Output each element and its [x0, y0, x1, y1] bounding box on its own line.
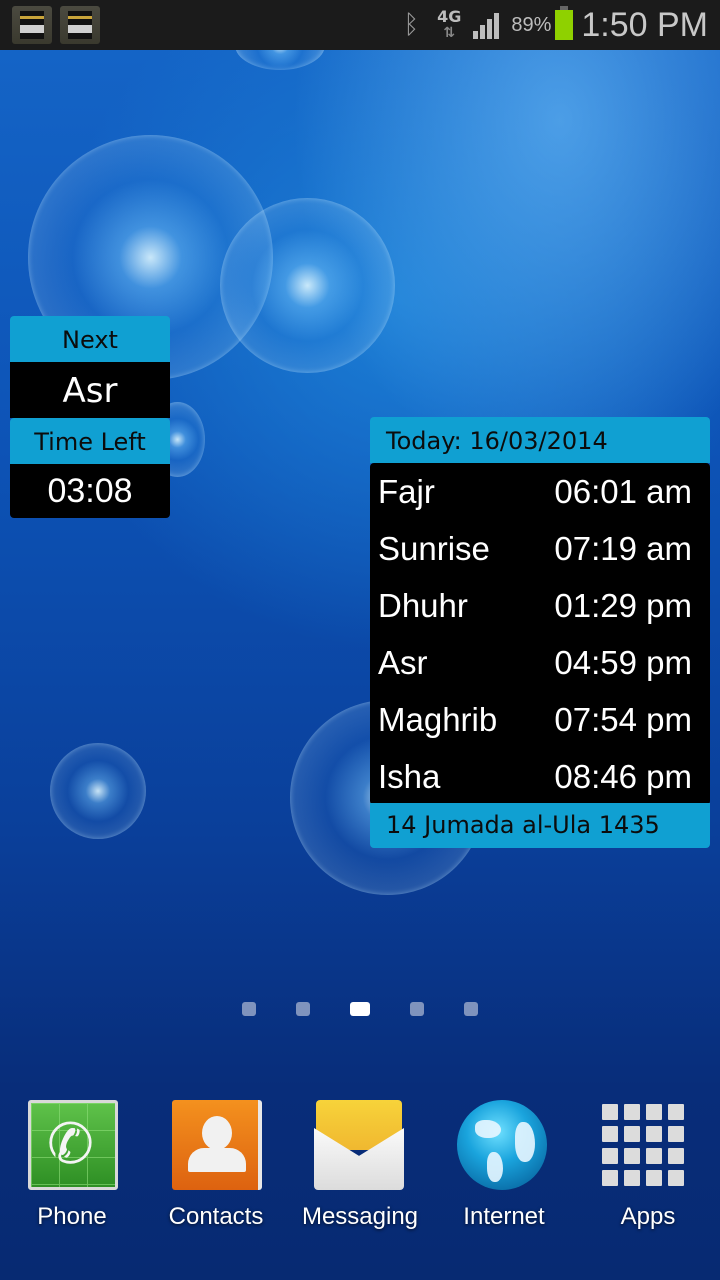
dock-label: Contacts: [168, 1203, 264, 1230]
wallpaper-bubble: [220, 198, 395, 373]
next-label: Next: [10, 316, 170, 362]
dock-label: Internet: [463, 1203, 545, 1230]
internet-globe-icon: [457, 1100, 547, 1190]
page-dot[interactable]: [410, 1002, 424, 1016]
battery-percent: 89%: [511, 13, 552, 36]
status-bar[interactable]: ᛒ 4G ⇅ 89% 1:50 PM: [0, 0, 720, 50]
signal-strength-icon: [473, 11, 507, 39]
prayer-times-table: Fajr 06:01 am Sunrise 07:19 am Dhuhr 01:…: [370, 463, 710, 805]
page-dot[interactable]: [296, 1002, 310, 1016]
data-transfer-icon: ⇅: [443, 25, 456, 41]
time-left-label: Time Left: [10, 418, 170, 464]
prayer-name: Isha: [378, 758, 441, 795]
prayer-row: Dhuhr 01:29 pm: [378, 577, 692, 634]
time-left-value: 03:08: [10, 464, 170, 518]
prayer-time: 06:01 am: [554, 473, 692, 510]
contacts-icon: [172, 1100, 262, 1190]
page-dot-active[interactable]: [350, 1002, 370, 1016]
battery-icon: [555, 6, 574, 40]
prayer-name: Sunrise: [378, 530, 490, 567]
prayer-row: Asr 04:59 pm: [378, 634, 692, 691]
prayer-time: 04:59 pm: [554, 644, 692, 681]
page-indicator: [0, 1002, 720, 1016]
page-dot[interactable]: [464, 1002, 478, 1016]
clock: 1:50 PM: [581, 5, 708, 44]
network-type-indicator: 4G ⇅: [437, 7, 462, 42]
next-prayer-name: Asr: [10, 362, 170, 418]
apps-grid-icon: [598, 1100, 696, 1198]
prayer-name: Dhuhr: [378, 587, 468, 624]
kaaba-icon[interactable]: [60, 6, 100, 44]
phone-icon: ✆: [28, 1100, 118, 1190]
prayer-name: Asr: [378, 644, 428, 681]
prayer-times-widget[interactable]: Today: 16/03/2014 Fajr 06:01 am Sunrise …: [370, 417, 710, 848]
prayer-row: Fajr 06:01 am: [378, 463, 692, 520]
network-type-label: 4G: [437, 7, 462, 26]
prayer-name: Maghrib: [378, 701, 498, 738]
dock: ✆ Phone Contacts Messaging Internet Apps: [0, 1095, 720, 1245]
prayer-name: Fajr: [378, 473, 435, 510]
prayer-row: Sunrise 07:19 am: [378, 520, 692, 577]
prayer-row: Isha 08:46 pm: [378, 748, 692, 805]
prayer-row: Maghrib 07:54 pm: [378, 691, 692, 748]
dock-label: Messaging: [301, 1203, 419, 1230]
kaaba-icon[interactable]: [12, 6, 52, 44]
bluetooth-icon: ᛒ: [403, 10, 420, 40]
dock-label: Phone: [37, 1203, 107, 1230]
next-prayer-widget[interactable]: Next Asr Time Left 03:08: [10, 316, 170, 518]
today-date: Today: 16/03/2014: [370, 417, 710, 463]
prayer-time: 08:46 pm: [554, 758, 692, 795]
messaging-icon: [314, 1100, 404, 1190]
dock-label: Apps: [620, 1203, 676, 1230]
hijri-date: 14 Jumada al-Ula 1435: [370, 803, 710, 848]
wallpaper-bubble: [50, 743, 146, 839]
prayer-time: 01:29 pm: [554, 587, 692, 624]
prayer-time: 07:54 pm: [554, 701, 692, 738]
prayer-time: 07:19 am: [554, 530, 692, 567]
page-dot[interactable]: [242, 1002, 256, 1016]
